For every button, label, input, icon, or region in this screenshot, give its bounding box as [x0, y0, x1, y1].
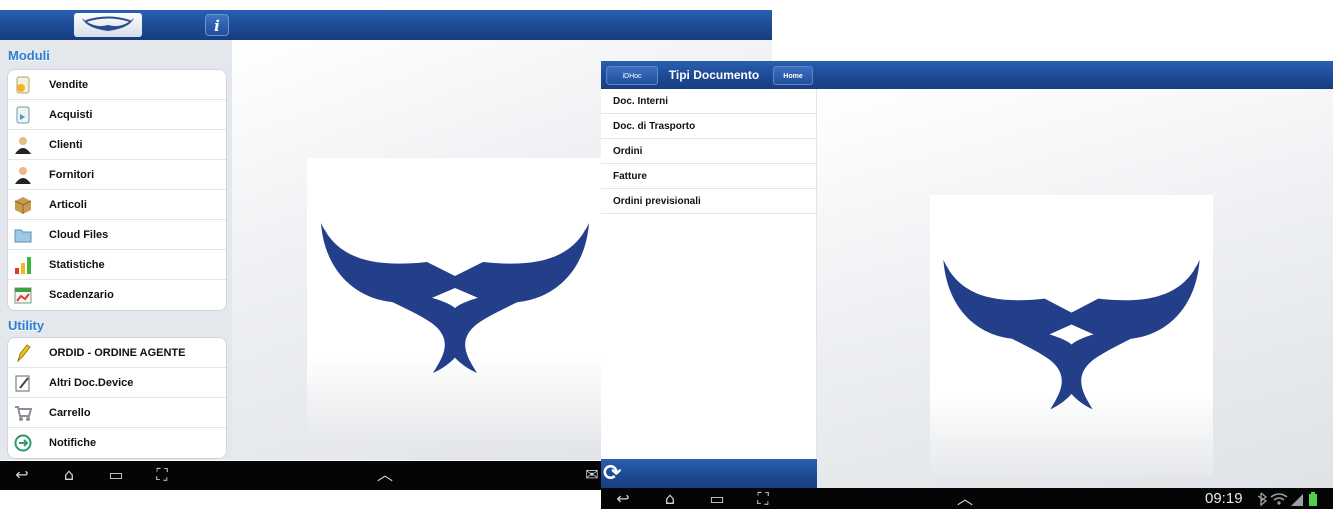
android-navigation-bar: ↩ ⌂ ▭ ⛶ ︿ 09:19 [601, 488, 1333, 509]
purchase-doc-icon [14, 106, 32, 124]
list-item-ordini-previsionali[interactable]: Ordini previsionali [601, 189, 816, 214]
list-item-doc-interni[interactable]: Doc. Interni [601, 89, 816, 114]
menu-item-fornitori[interactable]: Fornitori [8, 160, 226, 190]
splash-logo-panel [307, 158, 603, 441]
menu-item-ordid-ordine-agente[interactable]: ORDID - ORDINE AGENTE [8, 338, 226, 368]
list-item-ordini[interactable]: Ordini [601, 139, 816, 164]
menu-item-notifiche[interactable]: Notifiche [8, 428, 226, 458]
document-type-list: Doc. Interni Doc. di Trasporto Ordini Fa… [601, 89, 817, 461]
section-title-utility: Utility [8, 318, 45, 333]
menu-item-altri-doc-device[interactable]: Altri Doc.Device [8, 368, 226, 398]
sidebar: Moduli Vendite Acquisti Clienti Fornitor… [0, 40, 232, 460]
back-button[interactable]: iDHoc [606, 66, 658, 85]
bottom-toolbar: ⟳ [601, 459, 817, 489]
app-screen-tipi-documento: iDHoc Tipi Documento Home Doc. Interni D… [601, 61, 1333, 509]
menu-item-label: Scadenzario [49, 289, 114, 301]
folder-icon [14, 226, 32, 244]
menu-item-label: Acquisti [49, 109, 93, 121]
back-icon[interactable]: ↩ [613, 490, 633, 508]
supplier-person-icon [14, 166, 32, 184]
menu-item-label: Statistiche [49, 259, 105, 271]
recent-apps-icon[interactable]: ▭ [106, 466, 126, 484]
home-icon[interactable]: ⌂ [59, 466, 79, 484]
refresh-icon[interactable]: ⟳ [603, 462, 627, 486]
battery-icon [1309, 492, 1317, 506]
pen-icon [14, 344, 32, 363]
brand-logo-icon [943, 259, 1200, 410]
bar-chart-icon [14, 256, 32, 274]
menu-item-label: Carrello [49, 407, 91, 419]
menu-item-carrello[interactable]: Carrello [8, 398, 226, 428]
mail-notification-icon: ✉ [585, 465, 599, 484]
menu-item-label: Notifiche [49, 437, 97, 449]
title-bar: i [0, 10, 772, 40]
status-icons [1255, 491, 1327, 507]
title-bar: iDHoc Tipi Documento Home [601, 61, 1333, 89]
list-item-fatture[interactable]: Fatture [601, 164, 816, 189]
chevron-up-icon[interactable]: ︿ [955, 490, 975, 508]
menu-item-scadenzario[interactable]: Scadenzario [8, 280, 226, 310]
menu-item-label: Altri Doc.Device [49, 377, 134, 389]
customer-person-icon [14, 136, 32, 154]
brand-logo-icon [82, 16, 134, 31]
edit-doc-icon [14, 374, 32, 392]
brand-logo-icon [321, 223, 589, 373]
page-title: Tipi Documento [668, 68, 760, 82]
wifi-icon [1270, 493, 1288, 505]
signal-icon [1291, 494, 1303, 506]
back-icon[interactable]: ↩ [12, 466, 32, 484]
screenshot-icon[interactable]: ⛶ [753, 490, 773, 508]
menu-item-label: Clienti [49, 139, 83, 151]
status-clock: 09:19 [1205, 490, 1243, 507]
home-button[interactable]: Home [773, 66, 813, 85]
menu-item-cloud-files[interactable]: Cloud Files [8, 220, 226, 250]
box-icon [14, 196, 32, 214]
menu-group-utility: ORDID - ORDINE AGENTE Altri Doc.Device C… [7, 337, 227, 459]
app-logo-button[interactable] [74, 13, 142, 37]
notification-icon [14, 434, 32, 452]
home-icon[interactable]: ⌂ [660, 490, 680, 508]
list-item-doc-di-trasporto[interactable]: Doc. di Trasporto [601, 114, 816, 139]
cart-icon [14, 404, 33, 422]
sales-doc-icon [14, 76, 32, 94]
menu-item-statistiche[interactable]: Statistiche [8, 250, 226, 280]
info-button[interactable]: i [205, 14, 229, 36]
menu-item-label: Articoli [49, 199, 87, 211]
menu-item-acquisti[interactable]: Acquisti [8, 100, 226, 130]
recent-apps-icon[interactable]: ▭ [707, 490, 727, 508]
calendar-chart-icon [14, 286, 32, 304]
splash-logo-panel [930, 195, 1213, 477]
menu-item-vendite[interactable]: Vendite [8, 70, 226, 100]
menu-item-label: ORDID - ORDINE AGENTE [49, 347, 186, 359]
screenshot-icon[interactable]: ⛶ [152, 466, 172, 484]
menu-item-label: Cloud Files [49, 229, 109, 241]
chevron-up-icon[interactable]: ︿ [375, 466, 395, 484]
menu-item-label: Vendite [49, 79, 89, 91]
section-title-moduli: Moduli [8, 48, 50, 63]
menu-item-clienti[interactable]: Clienti [8, 130, 226, 160]
menu-item-articoli[interactable]: Articoli [8, 190, 226, 220]
menu-item-label: Fornitori [49, 169, 95, 181]
menu-group-moduli: Vendite Acquisti Clienti Fornitori Artic… [7, 69, 227, 311]
bluetooth-icon [1257, 492, 1268, 507]
